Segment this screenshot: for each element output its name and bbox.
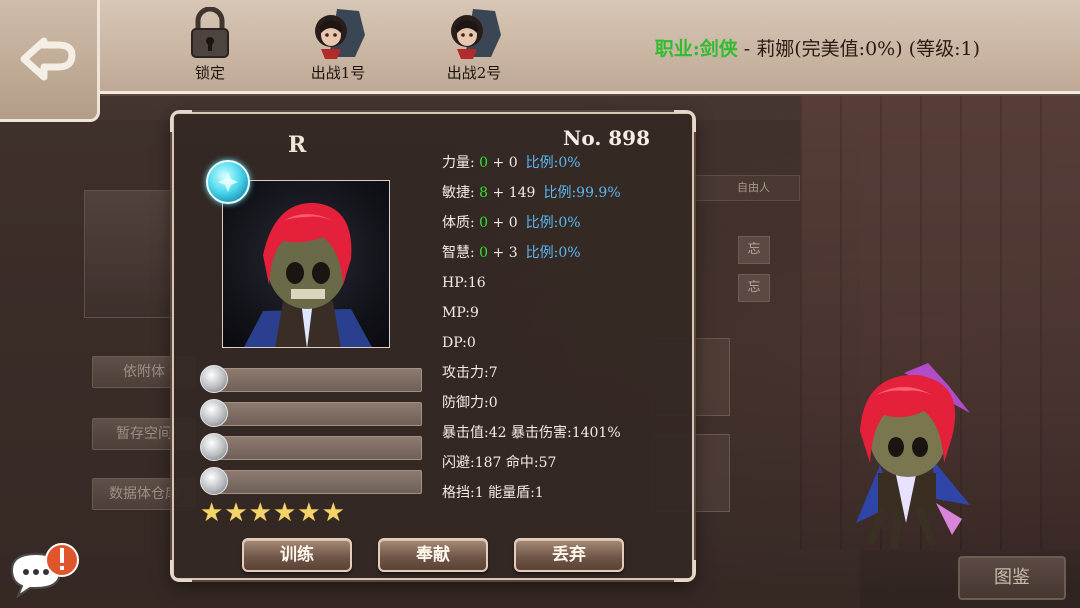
stat-wisdom: 智慧: 0 + 3 比例:0%	[442, 241, 682, 271]
background-table-header: 自由人	[690, 175, 800, 201]
contribute-button[interactable]: 奉献	[378, 538, 488, 572]
slot-bar	[210, 368, 422, 392]
stat-strength: 力量: 0 + 0 比例:0%	[442, 151, 682, 181]
equipment-slot-3[interactable]	[200, 433, 422, 461]
stat-base: 0	[479, 215, 489, 231]
character-portrait-icon	[307, 6, 369, 60]
back-arrow-icon	[20, 37, 75, 80]
battle-slot-1-button[interactable]: 出战1号	[298, 6, 378, 83]
star-icon: ★	[321, 498, 345, 528]
dialog-corner-ornament	[674, 110, 696, 132]
stat-hp: HP:16	[442, 275, 486, 291]
class-label: 职业:剑侠	[654, 38, 738, 60]
element-orb-icon	[206, 160, 250, 204]
star-rating: ★ ★ ★ ★ ★ ★	[200, 500, 345, 526]
stat-base: 8	[479, 185, 489, 201]
rarity-label: R	[288, 132, 307, 158]
stat-ratio: 比例:0%	[525, 245, 581, 261]
dialog-corner-ornament	[170, 110, 192, 132]
star-icon: ★	[224, 498, 248, 528]
equipment-slot-1[interactable]	[200, 365, 422, 393]
stats-panel: 力量: 0 + 0 比例:0% 敏捷: 8 + 149 比例:99.9% 体质: 0…	[442, 151, 682, 511]
stat-base: 0	[479, 155, 489, 171]
slot-gem-icon	[200, 467, 228, 495]
character-model	[820, 355, 990, 555]
slot-bar	[210, 436, 422, 460]
stat-evasion-hit: 闪避:187 命中:57	[442, 455, 557, 471]
lock-icon	[179, 6, 241, 60]
stat-label: 敏捷:	[442, 185, 475, 201]
character-portrait-icon	[443, 6, 505, 60]
equipment-slot-4[interactable]	[200, 467, 422, 495]
lock-label: 锁定	[194, 64, 225, 82]
star-icon: ★	[248, 498, 272, 528]
background-portrait	[84, 190, 176, 318]
dialog-corner-ornament	[674, 560, 696, 582]
slot-gem-icon	[200, 399, 228, 427]
battle-slot-1-label: 出战1号	[310, 64, 366, 82]
stat-attack: 攻击力:7	[442, 365, 498, 381]
stat-bonus: + 0	[488, 155, 518, 171]
info-separator: -	[737, 38, 757, 60]
slot-bar	[210, 402, 422, 426]
stat-block-shield: 格挡:1 能量盾:1	[442, 485, 544, 501]
stat-ratio: 比例:99.9%	[543, 185, 621, 201]
stat-base: 0	[479, 245, 489, 261]
character-info: 职业:剑侠 - 莉娜(完美值:0%) (等级:1)	[655, 34, 980, 61]
chat-button[interactable]	[6, 540, 80, 600]
slot-bar	[210, 470, 422, 494]
forget-button-2[interactable]: 忘	[738, 274, 770, 302]
discard-button[interactable]: 丢弃	[514, 538, 624, 572]
stat-defense: 防御力:0	[442, 395, 498, 411]
equipment-slot-2[interactable]	[200, 399, 422, 427]
train-button[interactable]: 训练	[242, 538, 352, 572]
star-icon: ★	[200, 498, 224, 528]
stat-agility: 敏捷: 8 + 149 比例:99.9%	[442, 181, 682, 211]
star-icon: ★	[297, 498, 321, 528]
stat-bonus: + 149	[488, 185, 536, 201]
stat-label: 智慧:	[442, 245, 475, 261]
slot-gem-icon	[200, 433, 228, 461]
atlas-button[interactable]: 图鉴	[958, 556, 1066, 600]
stat-ratio: 比例:0%	[525, 215, 581, 231]
lock-button[interactable]: 锁定	[170, 6, 250, 83]
stat-bonus: + 0	[488, 215, 518, 231]
battle-slot-2-label: 出战2号	[446, 64, 502, 82]
stat-label: 体质:	[442, 215, 475, 231]
forget-button-1[interactable]: 忘	[738, 236, 770, 264]
stat-critical: 暴击值:42 暴击伤害:1401%	[442, 425, 621, 441]
character-detail: 莉娜(完美值:0%) (等级:1)	[756, 38, 980, 60]
card-number: No. 898	[563, 126, 650, 150]
stat-mp: MP:9	[442, 305, 479, 321]
slot-gem-icon	[200, 365, 228, 393]
top-bar: 锁定 出战1号 出战2号 职业:剑侠 - 莉娜(完美值:0%) (等级:1)	[98, 0, 1080, 94]
back-button[interactable]	[0, 0, 100, 122]
battle-slot-2-button[interactable]: 出战2号	[434, 6, 514, 83]
stat-label: 力量:	[442, 155, 475, 171]
dialog-corner-ornament	[170, 560, 192, 582]
stat-bonus: + 3	[488, 245, 518, 261]
stat-constitution: 体质: 0 + 0 比例:0%	[442, 211, 682, 241]
stat-ratio: 比例:0%	[525, 155, 581, 171]
character-portrait	[222, 180, 390, 348]
star-icon: ★	[272, 498, 297, 528]
character-card-dialog: R No. 898 ★ ★ ★ ★ ★ ★ 力量: 0 + 0 比例:0% 敏捷…	[170, 110, 696, 582]
stat-dp: DP:0	[442, 335, 476, 351]
